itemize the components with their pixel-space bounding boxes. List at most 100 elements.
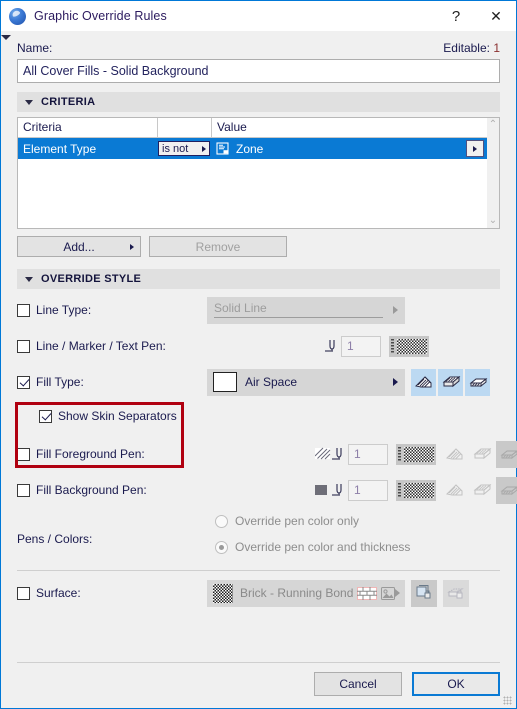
cover-fill-icon [442, 375, 460, 388]
line-type-checkbox[interactable] [17, 303, 30, 317]
chevron-down-icon [25, 276, 33, 282]
drafting-fill-icon [500, 449, 517, 460]
cut-fill-icon [414, 376, 431, 388]
fill-foreground-pen-label: Fill Foreground Pen: [36, 447, 145, 461]
chevron-right-icon [393, 306, 398, 314]
pens-colors-options: Override pen color only Override pen col… [215, 510, 410, 558]
cut-fill-icon-button[interactable] [442, 441, 467, 468]
show-skin-separators-checkbox[interactable] [39, 409, 52, 423]
dotted-line-icon [398, 483, 401, 497]
fill-type-dropdown[interactable]: Air Space [207, 368, 405, 396]
surface-left: Surface: [17, 586, 207, 600]
chevron-right-icon [395, 589, 400, 597]
fill-foreground-pen-number-input[interactable]: 1 [348, 443, 388, 465]
drafting-fill-icon [500, 485, 517, 496]
drafting-fill-icon-button[interactable] [496, 440, 517, 468]
surface-checkbox[interactable] [17, 586, 30, 600]
criteria-scrollbar[interactable]: ⌃ ⌄ [487, 117, 500, 229]
radio-icon[interactable] [215, 514, 228, 528]
line-pen-pattern-button[interactable] [389, 335, 429, 357]
line-type-left: Line Type: [17, 303, 207, 317]
cover-fill-icon-button[interactable] [469, 477, 494, 504]
surface-row: Surface: Brick - Running Bond [1, 579, 516, 607]
cancel-button[interactable]: Cancel [314, 672, 402, 696]
surface-paint-button[interactable] [443, 579, 469, 607]
show-skin-separators-label: Show Skin Separators [58, 409, 177, 423]
fill-background-pen-controls: 1 [315, 476, 517, 504]
scroll-up-icon[interactable]: ⌃ [489, 120, 497, 130]
cover-fill-icon [473, 447, 491, 460]
add-criteria-button[interactable]: Add... [17, 236, 141, 257]
pen-nib-icon [325, 339, 335, 352]
drafting-fill-icon-button[interactable] [496, 476, 517, 504]
fill-foreground-pen-checkbox[interactable] [17, 447, 30, 461]
surface-3d-button[interactable] [411, 579, 437, 607]
override-style-section-header[interactable]: OVERRIDE STYLE [17, 269, 500, 289]
radio-override-pen-color-and-thickness[interactable]: Override pen color and thickness [215, 536, 410, 558]
surface-label: Surface: [36, 586, 81, 600]
cover-fill-icon [473, 483, 491, 496]
criteria-section-header[interactable]: CRITERIA [17, 92, 500, 112]
line-type-dropdown[interactable]: Solid Line [207, 296, 405, 324]
fill-type-label: Fill Type: [36, 375, 84, 389]
radio-icon[interactable] [215, 540, 228, 554]
value-dropdown-button[interactable] [466, 140, 484, 157]
fill-background-pen-number-input[interactable]: 1 [348, 479, 388, 501]
ok-button[interactable]: OK [412, 672, 500, 696]
fill-foreground-pattern-button[interactable] [396, 443, 436, 465]
override-style-section-title: OVERRIDE STYLE [41, 273, 142, 285]
fill-type-row: Fill Type: Air Space [1, 368, 516, 396]
cut-fill-icon [445, 484, 462, 496]
chevron-right-icon [202, 145, 206, 152]
chevron-right-icon [130, 243, 134, 250]
line-type-label: Line Type: [36, 303, 92, 317]
radio-override-pen-color-only[interactable]: Override pen color only [215, 510, 410, 532]
pen-nib-icon [332, 447, 342, 460]
fill-background-pattern-button[interactable] [396, 479, 436, 501]
chevron-right-icon [393, 378, 398, 386]
surface-divider [17, 570, 500, 571]
surface-dropdown[interactable]: Brick - Running Bond [207, 579, 405, 607]
drafting-fill-icon [469, 377, 487, 388]
operator-dropdown[interactable]: is not [158, 141, 210, 156]
panel-collapse-icon[interactable] [1, 35, 11, 40]
criteria-value: Zone [236, 141, 264, 156]
dotted-line-icon [398, 447, 401, 461]
close-button[interactable]: ✕ [476, 1, 516, 31]
table-row[interactable]: Element Type is not Zone [18, 138, 487, 159]
image-icon [381, 586, 396, 600]
line-pen-number: 1 [347, 339, 354, 353]
title-bar: Graphic Override Rules ? ✕ [1, 1, 516, 31]
fill-type-checkbox[interactable] [17, 375, 30, 389]
name-input[interactable]: All Cover Fills - Solid Background [17, 59, 500, 83]
drafting-fill-icon-button[interactable] [465, 368, 490, 396]
fill-foreground-pen-number: 1 [354, 447, 361, 461]
zone-icon [216, 142, 229, 155]
fill-background-pen-checkbox[interactable] [17, 483, 30, 497]
fill-type-left: Fill Type: [17, 375, 207, 389]
cover-fill-icon-button[interactable] [469, 441, 494, 468]
fill-foreground-pen-row: Fill Foreground Pen: 1 [1, 440, 517, 468]
show-skin-separators-row: Show Skin Separators [1, 402, 516, 430]
chevron-right-icon [473, 145, 477, 152]
add-button-label: Add... [63, 239, 95, 254]
cover-fill-icon-button[interactable] [438, 368, 463, 396]
cut-fill-icon-button[interactable] [442, 477, 467, 504]
line-marker-text-pen-checkbox[interactable] [17, 339, 30, 353]
help-button[interactable]: ? [436, 1, 476, 31]
scroll-down-icon[interactable]: ⌄ [489, 216, 497, 226]
line-type-value: Solid Line [214, 300, 267, 315]
dialog-body: Name: Editable: 1 All Cover Fills - Soli… [1, 31, 517, 708]
remove-button-label: Remove [195, 239, 241, 254]
fill-background-pen-row: Fill Background Pen: 1 [1, 476, 517, 504]
resize-grip-icon[interactable] [503, 696, 512, 705]
hatch-swatch-icon [315, 447, 331, 460]
line-pen-number-input[interactable]: 1 [341, 335, 381, 357]
fill-background-pen-left: Fill Background Pen: [17, 483, 207, 497]
cut-fill-icon-button[interactable] [411, 368, 436, 396]
name-label: Name: [17, 41, 53, 55]
criteria-table: Criteria Value Element Type is not Zone [17, 117, 487, 229]
operator-value: is not [162, 142, 189, 155]
criteria-value-cell[interactable]: Zone [210, 142, 466, 156]
remove-criteria-button[interactable]: Remove [149, 236, 287, 257]
